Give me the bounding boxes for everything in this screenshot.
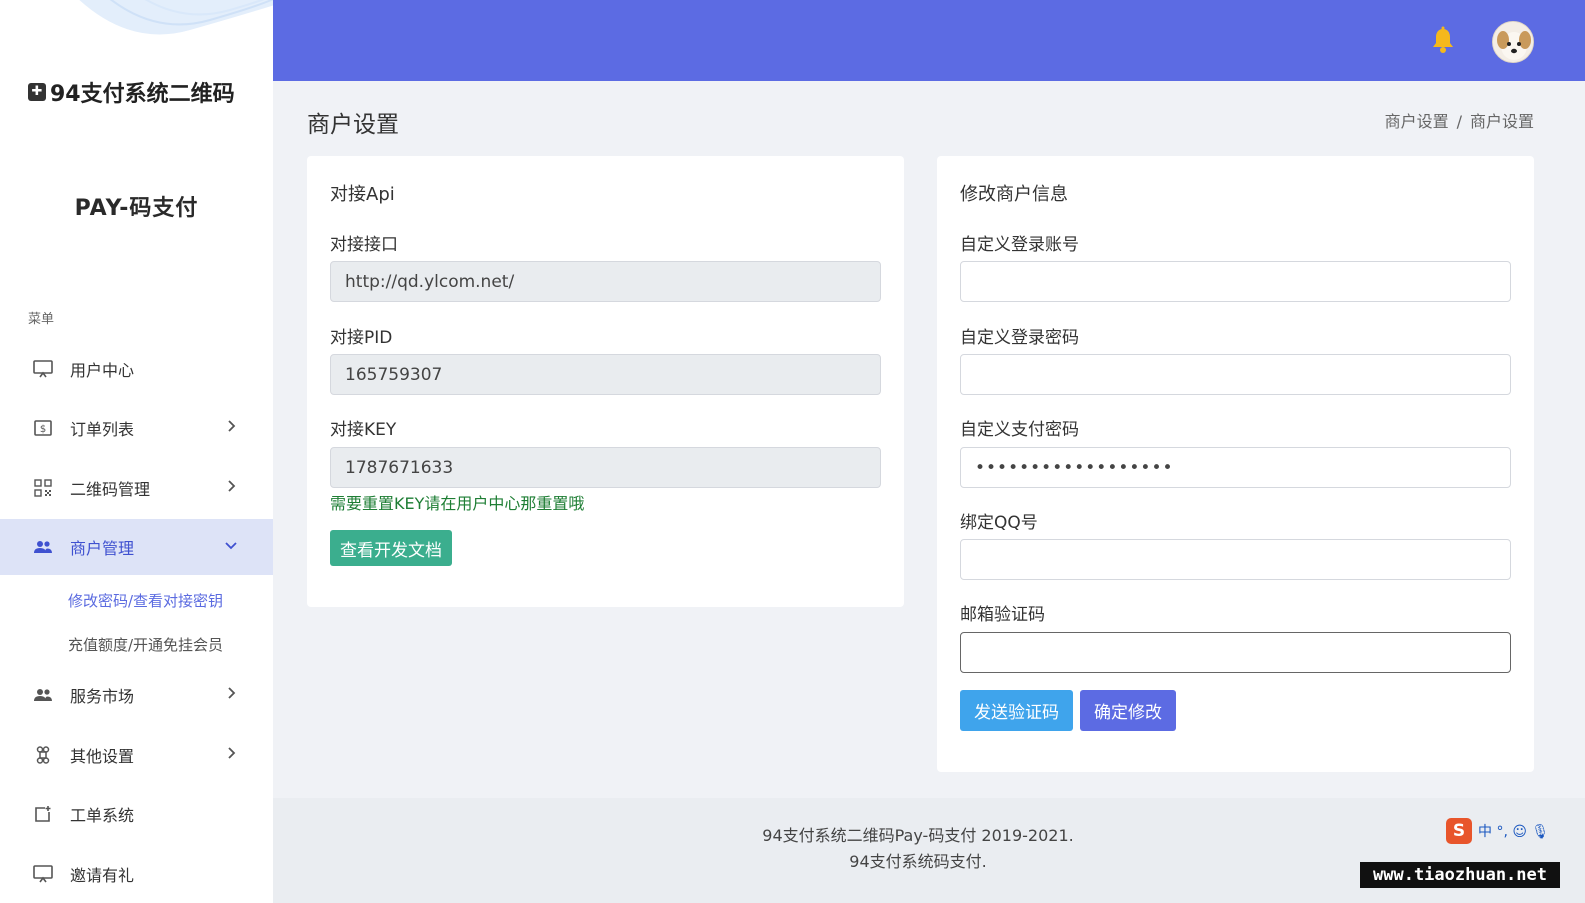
users-icon xyxy=(32,684,54,706)
sidebar-subitem-password-keys[interactable]: 修改密码/查看对接密钥 xyxy=(68,590,223,611)
sidebar-item-label: 二维码管理 xyxy=(70,480,151,499)
pay-password-label: 自定义支付密码 xyxy=(960,420,1079,440)
decorative-wave xyxy=(79,0,273,35)
chevron-right-icon xyxy=(228,687,236,699)
qrcode-icon xyxy=(32,477,54,499)
email-code-field[interactable] xyxy=(960,632,1511,673)
app-logo[interactable]: ✚ 94支付系统二维码 xyxy=(28,76,235,108)
ime-toolbar[interactable]: S 中 °, ☺ 🎙 xyxy=(1446,818,1585,844)
send-code-button[interactable]: 发送验证码 xyxy=(960,690,1073,731)
login-password-label: 自定义登录密码 xyxy=(960,328,1079,348)
svg-text:$: $ xyxy=(40,424,46,435)
sidebar-item-tickets[interactable]: 工单系统 xyxy=(0,786,273,842)
sidebar-subitem-recharge-member[interactable]: 充值额度/开通免挂会员 xyxy=(68,634,223,655)
reset-key-hint: 需要重置KEY请在用户中心那重置哦 xyxy=(330,494,585,513)
sidebar-item-user-center[interactable]: 用户中心 xyxy=(0,341,273,397)
card-title: 修改商户信息 xyxy=(960,184,1068,205)
sidebar: ✚ 94支付系统二维码 PAY-码支付 菜单 用户中心 $ 订单列表 二维码管理… xyxy=(0,0,273,903)
email-code-label: 邮箱验证码 xyxy=(960,605,1045,625)
login-account-label: 自定义登录账号 xyxy=(960,235,1079,255)
sidebar-item-qrcode[interactable]: 二维码管理 xyxy=(0,460,273,516)
api-pid-label: 对接PID xyxy=(330,328,393,348)
api-key-label: 对接KEY xyxy=(330,420,397,440)
sidebar-item-label: 邀请有礼 xyxy=(70,866,135,885)
breadcrumb-item[interactable]: 商户设置 xyxy=(1385,112,1449,131)
chevron-right-icon xyxy=(228,480,236,492)
logo-text: 94支付系统二维码 xyxy=(50,82,235,107)
sidebar-item-orders[interactable]: $ 订单列表 xyxy=(0,400,273,456)
receipt-icon: $ xyxy=(32,417,54,439)
api-key-field[interactable] xyxy=(330,447,881,488)
sidebar-item-merchant[interactable]: 商户管理 xyxy=(0,519,273,575)
add-box-icon xyxy=(32,803,54,825)
breadcrumb-item-current: 商户设置 xyxy=(1469,112,1534,131)
pay-password-field[interactable] xyxy=(960,447,1511,488)
breadcrumb: 商户设置 / 商户设置 xyxy=(1385,108,1534,132)
login-password-field[interactable] xyxy=(960,354,1511,395)
login-account-field[interactable] xyxy=(960,261,1511,302)
breadcrumb-separator: / xyxy=(1456,112,1462,131)
api-card: 对接Api 对接接口 对接PID 对接KEY 需要重置KEY请在用户中心那重置哦… xyxy=(307,156,904,607)
ime-logo-icon: S xyxy=(1446,818,1472,844)
watermark: www.tiaozhuan.net xyxy=(1360,862,1560,888)
bell-icon[interactable] xyxy=(1430,26,1456,54)
chevron-right-icon xyxy=(228,420,236,432)
chevron-right-icon xyxy=(228,747,236,759)
avatar[interactable] xyxy=(1492,21,1534,63)
ime-status: 中 °, ☺ 🎙 xyxy=(1478,824,1550,840)
brand-subtitle: PAY-码支付 xyxy=(74,196,199,221)
top-header xyxy=(273,0,1585,81)
api-url-label: 对接接口 xyxy=(330,235,398,255)
api-url-field[interactable] xyxy=(330,261,881,302)
merchant-info-card: 修改商户信息 自定义登录账号 自定义登录密码 自定义支付密码 绑定QQ号 邮箱验… xyxy=(937,156,1534,772)
confirm-edit-button[interactable]: 确定修改 xyxy=(1080,690,1176,731)
view-docs-button[interactable]: 查看开发文档 xyxy=(330,530,452,566)
sidebar-item-label: 服务市场 xyxy=(70,687,135,706)
sidebar-item-label: 商户管理 xyxy=(70,539,135,558)
footer-copyright: 94支付系统二维码Pay-码支付 2019-2021. xyxy=(762,826,1074,845)
command-icon xyxy=(32,744,54,766)
page-title: 商户设置 xyxy=(307,112,399,138)
qq-label: 绑定QQ号 xyxy=(960,513,1038,533)
logo-icon: ✚ xyxy=(28,83,46,101)
sidebar-item-label: 用户中心 xyxy=(70,361,135,380)
sidebar-item-label: 工单系统 xyxy=(70,806,135,825)
sidebar-item-other-settings[interactable]: 其他设置 xyxy=(0,727,273,783)
chevron-down-icon xyxy=(225,542,237,550)
monitor-icon xyxy=(32,358,54,380)
sidebar-item-label: 其他设置 xyxy=(70,747,135,766)
card-title: 对接Api xyxy=(330,184,395,205)
menu-section-title: 菜单 xyxy=(28,312,55,327)
sidebar-item-label: 订单列表 xyxy=(70,420,135,439)
monitor-icon xyxy=(32,863,54,885)
api-pid-field[interactable] xyxy=(330,354,881,395)
users-icon xyxy=(32,536,54,558)
sidebar-item-service-market[interactable]: 服务市场 xyxy=(0,667,273,723)
qq-field[interactable] xyxy=(960,539,1511,580)
sidebar-item-invite[interactable]: 邀请有礼 xyxy=(0,846,273,902)
